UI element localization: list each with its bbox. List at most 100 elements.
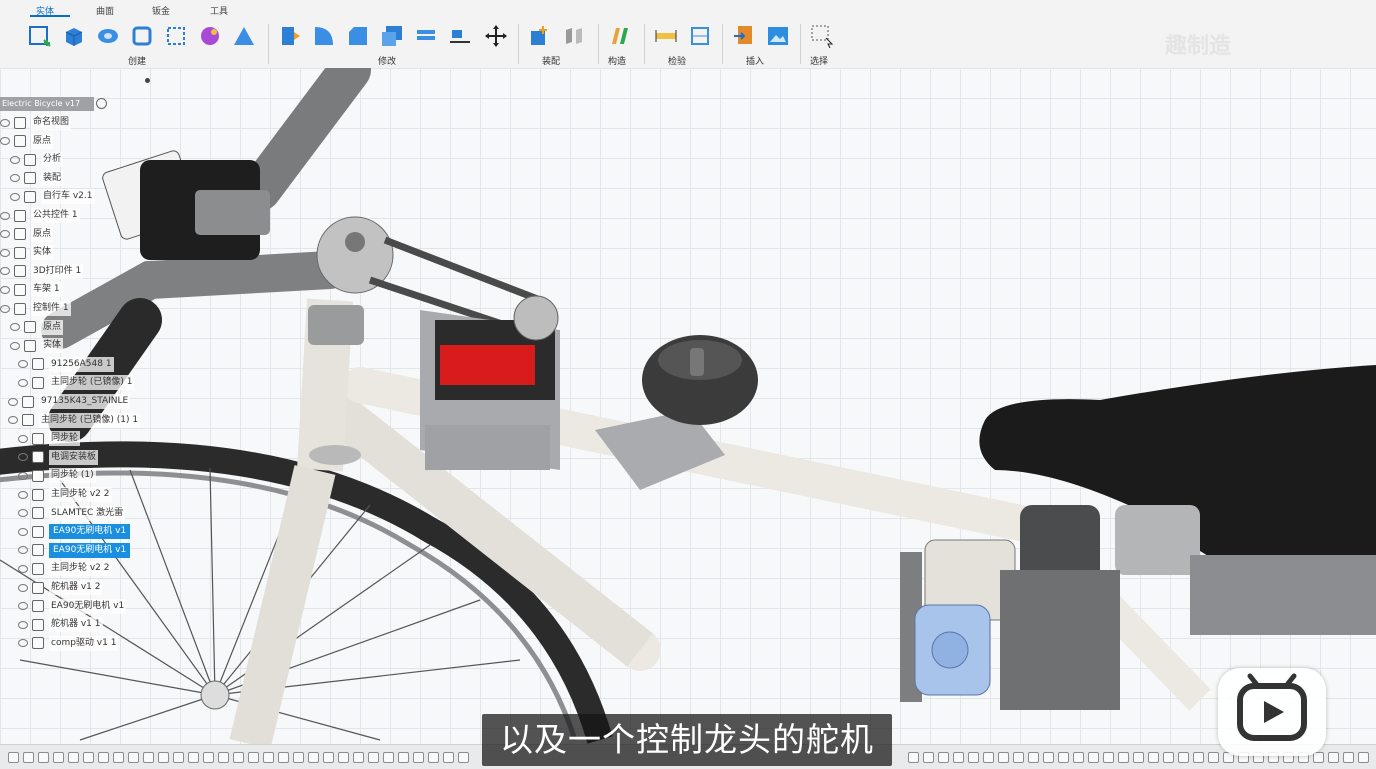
timeline-feature-icon[interactable] xyxy=(1133,752,1144,763)
select-icon[interactable] xyxy=(810,24,834,48)
browser-item[interactable]: 公共控件 1 xyxy=(0,208,80,223)
visibility-eye-icon[interactable] xyxy=(0,230,10,239)
visibility-eye-icon[interactable] xyxy=(18,639,28,648)
timeline-feature-icon[interactable] xyxy=(128,752,139,763)
visibility-eye-icon[interactable] xyxy=(0,285,10,294)
timeline-feature-icon[interactable] xyxy=(1013,752,1024,763)
browser-item[interactable]: 实体 xyxy=(0,245,54,261)
browser-item[interactable]: 97135K43_STAINLE xyxy=(8,394,131,409)
form-icon[interactable] xyxy=(198,24,222,48)
browser-item[interactable]: 装配 xyxy=(10,170,64,186)
timeline-feature-icon[interactable] xyxy=(68,752,79,763)
browser-item[interactable]: 原点 xyxy=(10,319,64,335)
browser-item[interactable]: 命名视图 xyxy=(0,115,72,130)
browser-item[interactable]: 同步轮 (1) xyxy=(18,468,96,484)
timeline-feature-icon[interactable] xyxy=(443,752,454,763)
timeline-feature-icon[interactable] xyxy=(1058,752,1069,763)
group-construct-label[interactable]: 构造 xyxy=(608,54,626,67)
browser-item[interactable]: EA90无刷电机 v1 xyxy=(18,542,131,558)
combine-icon[interactable] xyxy=(414,24,438,48)
create-sketch-icon[interactable] xyxy=(28,24,52,48)
timeline-feature-icon[interactable] xyxy=(383,752,394,763)
timeline-feature-icon[interactable] xyxy=(1148,752,1159,763)
browser-item[interactable]: 原点 xyxy=(0,226,54,242)
timeline-feature-icon[interactable] xyxy=(158,752,169,763)
timeline-feature-icon[interactable] xyxy=(38,752,49,763)
timeline-feature-icon[interactable] xyxy=(188,752,199,763)
timeline-feature-icon[interactable] xyxy=(938,752,949,763)
timeline-feature-icon[interactable] xyxy=(1118,752,1129,763)
visibility-eye-icon[interactable] xyxy=(0,267,10,276)
browser-item[interactable]: EA90无刷电机 v1 xyxy=(18,598,127,614)
tab-sheet-metal[interactable]: 钣金 xyxy=(152,4,170,17)
visibility-eye-icon[interactable] xyxy=(18,490,28,499)
visibility-eye-icon[interactable] xyxy=(10,192,20,201)
browser-item[interactable]: 主同步轮 (已镜像) 1 xyxy=(18,375,135,391)
timeline-feature-icon[interactable] xyxy=(1043,752,1054,763)
visibility-eye-icon[interactable] xyxy=(8,416,18,425)
group-modify-label[interactable]: 修改 xyxy=(378,54,396,67)
group-assemble-label[interactable]: 装配 xyxy=(542,54,560,67)
browser-item[interactable]: 自行车 v2.1 xyxy=(10,189,95,205)
visibility-eye-icon[interactable] xyxy=(0,248,10,257)
visibility-eye-icon[interactable] xyxy=(0,304,10,313)
primitive-icon[interactable] xyxy=(232,24,256,48)
browser-item[interactable]: 91256A548 1 xyxy=(18,356,114,372)
timeline-feature-icon[interactable] xyxy=(1208,752,1219,763)
group-create-label[interactable]: 创建 xyxy=(128,54,146,67)
move-icon[interactable] xyxy=(484,24,508,48)
fillet-icon[interactable] xyxy=(312,24,336,48)
visibility-eye-icon[interactable] xyxy=(10,341,20,350)
visibility-eye-icon[interactable] xyxy=(18,471,28,480)
visibility-eye-icon[interactable] xyxy=(18,509,28,518)
browser-item[interactable]: 主同步轮 v2 2 xyxy=(18,561,112,577)
visibility-eye-icon[interactable] xyxy=(18,378,28,387)
bicycle-model[interactable] xyxy=(0,68,1376,744)
timeline-feature-icon[interactable] xyxy=(428,752,439,763)
align-icon[interactable] xyxy=(448,24,472,48)
browser-item[interactable]: SLAMTEC 激光雷 xyxy=(18,505,126,521)
press-pull-icon[interactable] xyxy=(278,24,302,48)
timeline-feature-icon[interactable] xyxy=(968,752,979,763)
timeline-feature-icon[interactable] xyxy=(53,752,64,763)
timeline-feature-icon[interactable] xyxy=(1178,752,1189,763)
timeline-feature-icon[interactable] xyxy=(1358,752,1369,763)
visibility-eye-icon[interactable] xyxy=(10,155,20,164)
timeline-feature-icon[interactable] xyxy=(293,752,304,763)
browser-item[interactable]: 分析 xyxy=(10,152,64,168)
tab-surface[interactable]: 曲面 xyxy=(96,4,114,17)
chamfer-icon[interactable] xyxy=(346,24,370,48)
steering-servo[interactable] xyxy=(420,295,560,470)
browser-item[interactable]: 同步轮 xyxy=(18,431,81,447)
timeline-feature-icon[interactable] xyxy=(1193,752,1204,763)
timeline-feature-icon[interactable] xyxy=(338,752,349,763)
tab-tools[interactable]: 工具 xyxy=(210,4,228,17)
browser-item[interactable]: comp驱动 v1 1 xyxy=(18,635,119,651)
visibility-eye-icon[interactable] xyxy=(10,174,20,183)
timeline-feature-icon[interactable] xyxy=(173,752,184,763)
visibility-eye-icon[interactable] xyxy=(18,620,28,629)
browser-item[interactable]: EA90无刷电机 v1 xyxy=(18,524,131,540)
timeline-feature-icon[interactable] xyxy=(398,752,409,763)
sweep-icon[interactable] xyxy=(130,24,154,48)
visibility-eye-icon[interactable] xyxy=(18,360,28,369)
visibility-eye-icon[interactable] xyxy=(18,546,28,555)
timeline-feature-icon[interactable] xyxy=(1163,752,1174,763)
visibility-eye-icon[interactable] xyxy=(18,527,28,536)
timeline-feature-icon[interactable] xyxy=(323,752,334,763)
timeline-feature-icon[interactable] xyxy=(203,752,214,763)
timeline-feature-icon[interactable] xyxy=(8,752,19,763)
browser-item[interactable]: 控制件 1 xyxy=(0,301,71,316)
timeline-feature-icon[interactable] xyxy=(1328,752,1339,763)
timeline-feature-icon[interactable] xyxy=(98,752,109,763)
timeline-feature-icon[interactable] xyxy=(1088,752,1099,763)
timeline-feature-icon[interactable] xyxy=(218,752,229,763)
timeline-feature-icon[interactable] xyxy=(368,752,379,763)
browser-item[interactable]: 原点 xyxy=(0,133,54,149)
canvas-viewport[interactable] xyxy=(0,68,1376,744)
browser-item[interactable]: 主同步轮 v2 2 xyxy=(18,487,112,502)
timeline-feature-icon[interactable] xyxy=(1343,752,1354,763)
timeline-feature-icon[interactable] xyxy=(413,752,424,763)
browser-item[interactable]: 舵机器 v1 1 xyxy=(18,617,103,633)
visibility-eye-icon[interactable] xyxy=(18,453,28,462)
